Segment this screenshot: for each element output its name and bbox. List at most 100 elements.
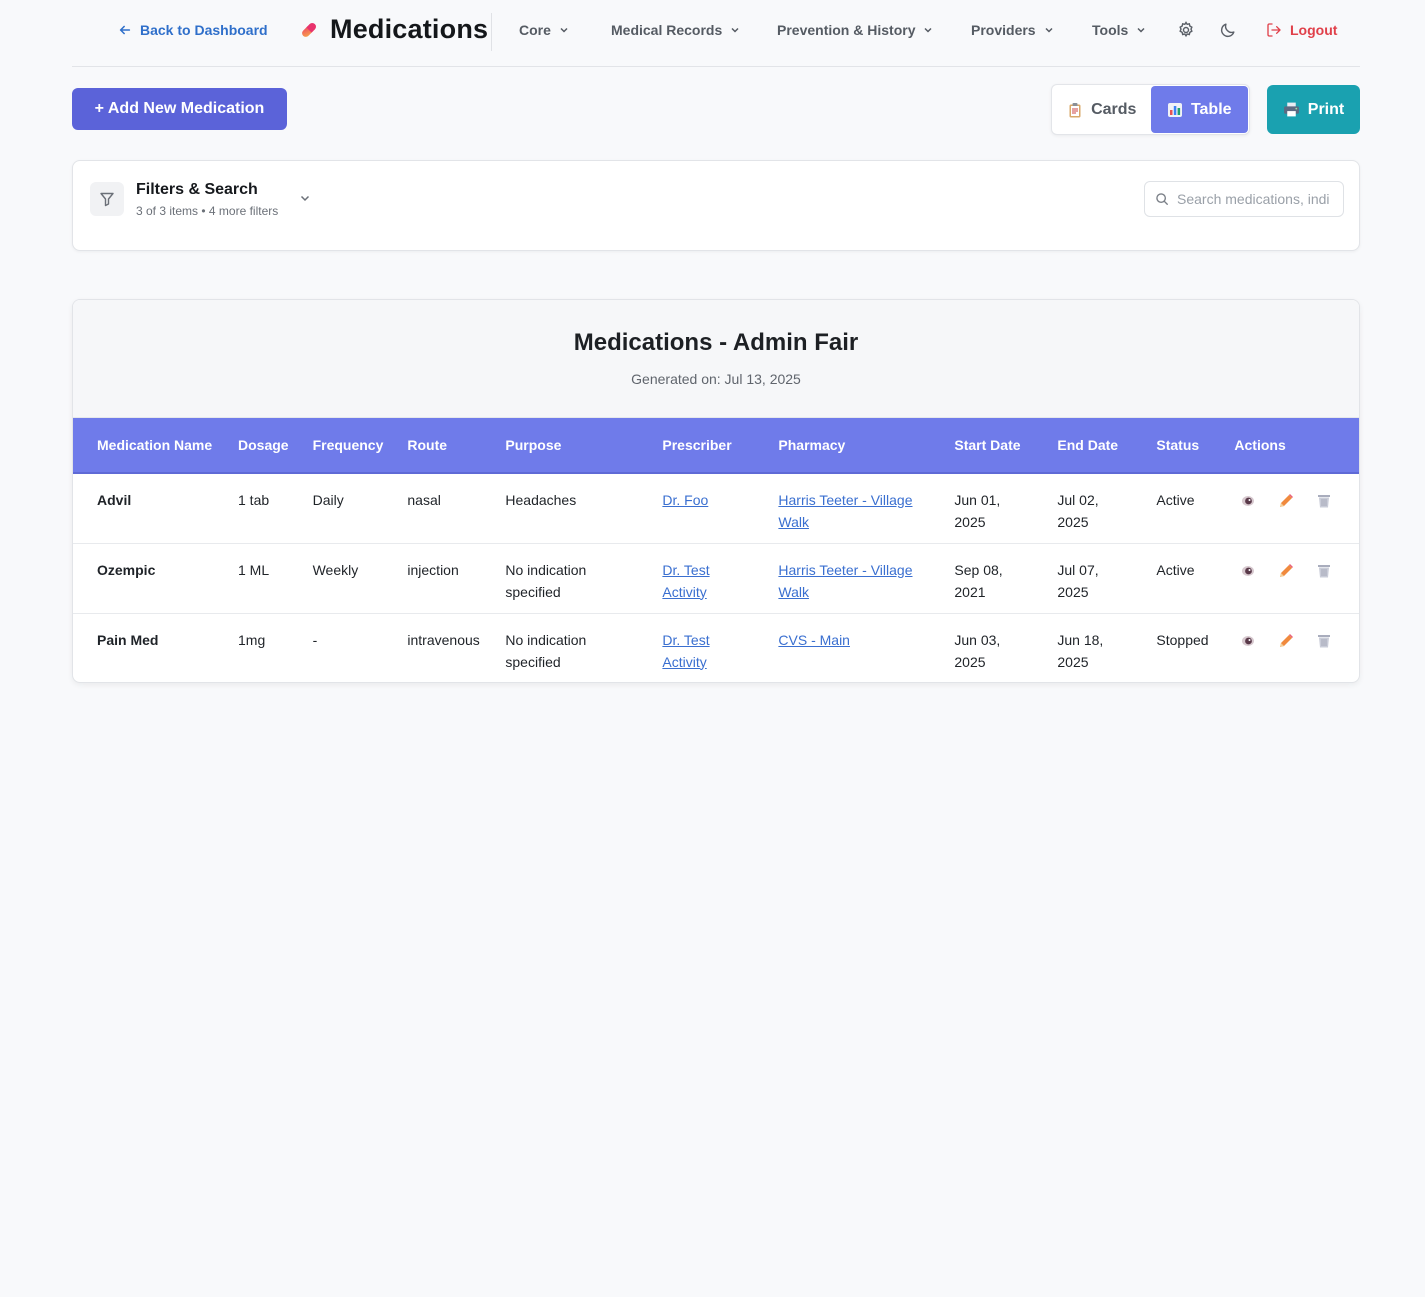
prescriber-link[interactable]: Dr. Test Activity	[662, 562, 709, 600]
arrow-left-icon	[119, 25, 131, 35]
column-header[interactable]: Medication Name	[73, 418, 214, 473]
medications-report: Medications - Admin Fair Generated on: J…	[72, 299, 1360, 683]
prescriber-link[interactable]: Dr. Foo	[662, 492, 708, 508]
view-button[interactable]	[1238, 631, 1258, 651]
pharmacy-link[interactable]: Harris Teeter - Village Walk	[778, 492, 912, 530]
medications-table: Medication Name Dosage Frequency Route P…	[73, 418, 1359, 682]
view-cards-button[interactable]: Cards	[1053, 86, 1151, 133]
search-input[interactable]	[1177, 191, 1329, 207]
eye-icon	[1242, 565, 1255, 576]
dosage-cell: 1 ML	[238, 561, 270, 578]
end-date-cell: Jul 07, 2025	[1057, 561, 1099, 600]
column-header[interactable]: Frequency	[289, 418, 384, 473]
pill-icon	[302, 22, 316, 37]
view-button[interactable]	[1238, 561, 1258, 581]
start-date-cell: Jun 03, 2025	[954, 631, 1001, 670]
nav-prevention-history[interactable]: Prevention & History	[777, 22, 933, 38]
status-cell: Stopped	[1156, 631, 1209, 648]
filter-icon	[100, 192, 114, 207]
pharmacy-link[interactable]: CVS - Main	[778, 632, 850, 648]
edit-button[interactable]	[1276, 491, 1296, 511]
column-header[interactable]: Route	[383, 418, 481, 473]
bar-chart-icon	[1167, 102, 1182, 117]
page-title: Medications	[330, 14, 489, 44]
route-cell: injection	[407, 561, 459, 578]
nav-tools[interactable]: Tools	[1092, 22, 1146, 38]
column-header[interactable]: Purpose	[481, 418, 638, 473]
column-header[interactable]: Prescriber	[638, 418, 754, 473]
table-row: Advil 1 tab Daily nasal Headaches Dr. Fo…	[73, 473, 1359, 543]
frequency-cell: Daily	[312, 492, 344, 508]
view-toggle: Cards Table	[1051, 84, 1250, 135]
delete-button[interactable]	[1314, 631, 1334, 651]
medication-name: Ozempic	[97, 561, 156, 578]
filters-title: Filters & Search	[136, 181, 258, 198]
eye-icon	[1242, 635, 1255, 646]
filters-panel: Filters & Search 3 of 3 items • 4 more f…	[72, 160, 1360, 251]
prescriber-cell: Dr. Test Activity	[638, 543, 754, 613]
medication-name: Pain Med	[97, 631, 159, 648]
column-header[interactable]: Status	[1132, 418, 1210, 473]
edit-button[interactable]	[1276, 561, 1296, 581]
report-header: Medications - Admin Fair Generated on: J…	[73, 300, 1359, 418]
page: Back to Dashboard Medications Core Medic…	[72, 0, 1360, 683]
view-table-button[interactable]: Table	[1150, 86, 1248, 133]
medication-name: Advil	[97, 492, 132, 508]
chevron-down-icon[interactable]	[299, 192, 311, 204]
logout-button[interactable]: Logout	[1266, 22, 1337, 38]
nav-core[interactable]: Core	[519, 22, 569, 38]
delete-button[interactable]	[1314, 491, 1334, 511]
report-title: Medications - Admin Fair	[573, 329, 859, 356]
prescriber-link[interactable]: Dr. Test Activity	[662, 632, 709, 670]
pharmacy-cell: CVS - Main	[754, 613, 930, 682]
trash-icon	[1318, 564, 1331, 577]
table-header-row: Medication Name Dosage Frequency Route P…	[73, 418, 1359, 473]
end-date-cell: Jun 18, 2025	[1057, 631, 1104, 670]
dosage-cell: 1 tab	[238, 492, 270, 508]
route-cell: nasal	[407, 492, 441, 508]
status-cell: Active	[1156, 492, 1195, 508]
nav-prevention-history-label: Prevention & History	[777, 22, 916, 38]
column-header[interactable]: Dosage	[214, 418, 289, 473]
purpose-cell: No indication specified	[505, 631, 587, 670]
report-generated-date: Generated on: Jul 13, 2025	[631, 371, 801, 387]
moon-icon[interactable]	[1218, 20, 1238, 40]
pharmacy-cell: Harris Teeter - Village Walk	[754, 473, 930, 543]
purpose-cell: Headaches	[505, 492, 577, 508]
nav-providers[interactable]: Providers	[971, 22, 1054, 38]
search-field	[1144, 181, 1344, 217]
back-to-dashboard-link[interactable]: Back to Dashboard	[118, 22, 268, 38]
column-header[interactable]: Start Date	[930, 418, 1033, 473]
eye-icon	[1242, 496, 1255, 506]
add-medication-button[interactable]: + Add New Medication	[72, 88, 287, 130]
start-date-cell: Jun 01, 2025	[954, 492, 1001, 530]
printer-icon	[1283, 102, 1299, 117]
column-header[interactable]: End Date	[1033, 418, 1132, 473]
chevron-down-icon	[560, 27, 568, 33]
table-row: Ozempic 1 ML Weekly injection No indicat…	[73, 543, 1359, 613]
search-icon	[1156, 193, 1168, 205]
column-header: Actions	[1234, 437, 1286, 453]
trash-icon	[1318, 634, 1331, 647]
print-label: Print	[1307, 100, 1345, 118]
filters-subtitle: 3 of 3 items • 4 more filters	[136, 204, 279, 218]
prescriber-cell: Dr. Test Activity	[638, 613, 754, 682]
page-brand: Medications	[298, 14, 488, 45]
actions-cell	[1210, 543, 1359, 613]
view-button[interactable]	[1238, 491, 1258, 511]
view-cards-label: Cards	[1091, 100, 1137, 118]
back-label: Back to Dashboard	[140, 22, 268, 38]
status-cell: Active	[1156, 561, 1195, 578]
edit-button[interactable]	[1276, 631, 1296, 651]
chevron-down-icon	[924, 27, 933, 33]
top-nav: Back to Dashboard Medications Core Medic…	[72, 0, 1360, 67]
pharmacy-cell: Harris Teeter - Village Walk	[754, 543, 930, 613]
delete-button[interactable]	[1314, 561, 1334, 581]
print-button[interactable]: Print	[1267, 85, 1360, 134]
pharmacy-link[interactable]: Harris Teeter - Village Walk	[778, 562, 912, 600]
gear-icon[interactable]	[1176, 20, 1196, 40]
column-header[interactable]: Pharmacy	[754, 418, 930, 473]
actions-cell	[1210, 473, 1359, 543]
nav-medical-records[interactable]: Medical Records	[611, 22, 740, 38]
nav-medical-records-label: Medical Records	[611, 22, 723, 38]
